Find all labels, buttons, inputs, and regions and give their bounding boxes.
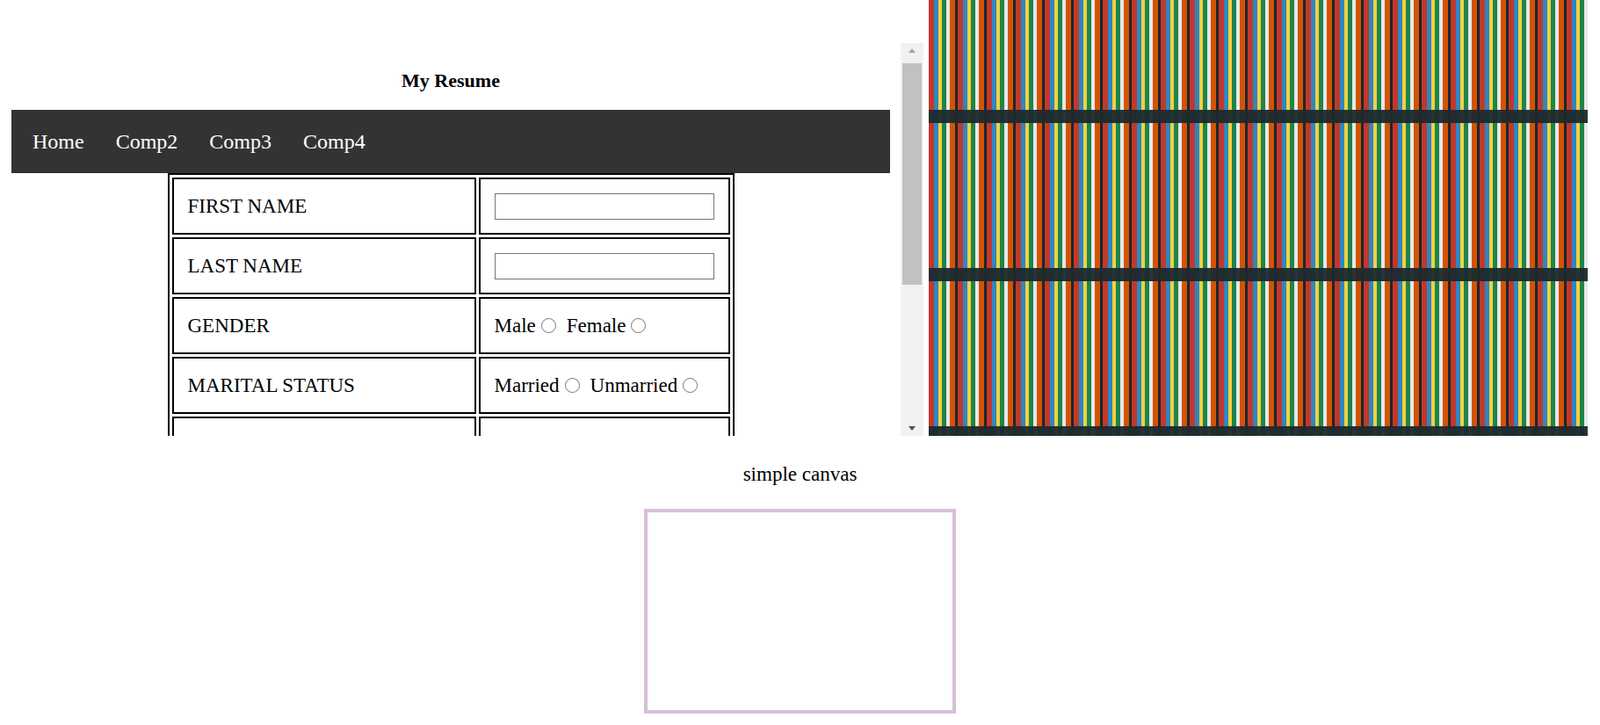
scroll-down-icon[interactable] <box>900 420 924 436</box>
frame-content: My ResumeHomeComp2Comp3Comp4FIRST NAMELA… <box>0 43 901 436</box>
form-row: MARITAL STATUS Married Unmarried <box>172 356 731 414</box>
field-label: MARITAL STATUS <box>172 356 477 414</box>
radio-option[interactable]: Male <box>494 314 557 338</box>
scroll-track[interactable] <box>900 57 924 421</box>
page: My ResumeHomeComp2Comp3Comp4FIRST NAMELA… <box>0 0 1600 725</box>
field-label: GENDER <box>172 296 477 355</box>
radio-label: Male <box>494 314 536 338</box>
nav-item[interactable]: Home <box>21 130 106 154</box>
radio-label: Unmarried <box>590 374 679 398</box>
canvas-section: simple canvas <box>0 435 1600 714</box>
radio-label: Married <box>494 374 560 398</box>
radio-option[interactable]: Female <box>566 314 647 338</box>
nav-item[interactable]: Comp2 <box>105 130 200 154</box>
nav-item[interactable]: Comp3 <box>198 130 293 154</box>
field-cell <box>478 237 731 295</box>
field-cell <box>478 416 731 436</box>
top-section: My ResumeHomeComp2Comp3Comp4FIRST NAMELA… <box>0 0 1600 436</box>
canvas-caption: simple canvas <box>743 462 858 487</box>
form-row: LAST NAME <box>172 237 731 295</box>
form-row: FIRST NAME <box>172 177 731 235</box>
radio-option[interactable]: Unmarried <box>590 374 699 398</box>
radio-group: Married Unmarried <box>494 374 715 398</box>
radio-button[interactable] <box>630 318 646 334</box>
form-row <box>172 416 731 436</box>
text-input[interactable] <box>494 253 715 280</box>
canvas <box>644 508 956 714</box>
nav-item[interactable]: Comp4 <box>292 130 387 154</box>
scrollbar[interactable] <box>900 43 924 436</box>
radio-group: Male Female <box>494 314 715 338</box>
field-label: LAST NAME <box>172 237 477 295</box>
radio-button[interactable] <box>541 318 557 334</box>
radio-option[interactable]: Married <box>494 374 580 398</box>
field-cell: Male Female <box>478 296 731 355</box>
resume-title: My Resume <box>11 69 891 93</box>
field-cell <box>478 177 731 235</box>
radio-button[interactable] <box>564 377 580 393</box>
resume-frame: My ResumeHomeComp2Comp3Comp4FIRST NAMELA… <box>0 43 924 436</box>
field-label <box>172 416 477 436</box>
radio-button[interactable] <box>682 377 698 393</box>
nav-bar: HomeComp2Comp3Comp4 <box>11 109 891 174</box>
field-cell: Married Unmarried <box>478 356 731 414</box>
field-label: FIRST NAME <box>172 177 477 235</box>
form-row: GENDER Male Female <box>172 296 731 355</box>
scroll-up-icon[interactable] <box>900 43 924 58</box>
text-input[interactable] <box>494 193 715 220</box>
bookshelf-photo <box>928 0 1588 436</box>
resume-form: FIRST NAMELAST NAMEGENDER Male Female MARIT… <box>167 173 735 436</box>
scroll-thumb[interactable] <box>902 63 922 285</box>
radio-label: Female <box>566 314 627 338</box>
